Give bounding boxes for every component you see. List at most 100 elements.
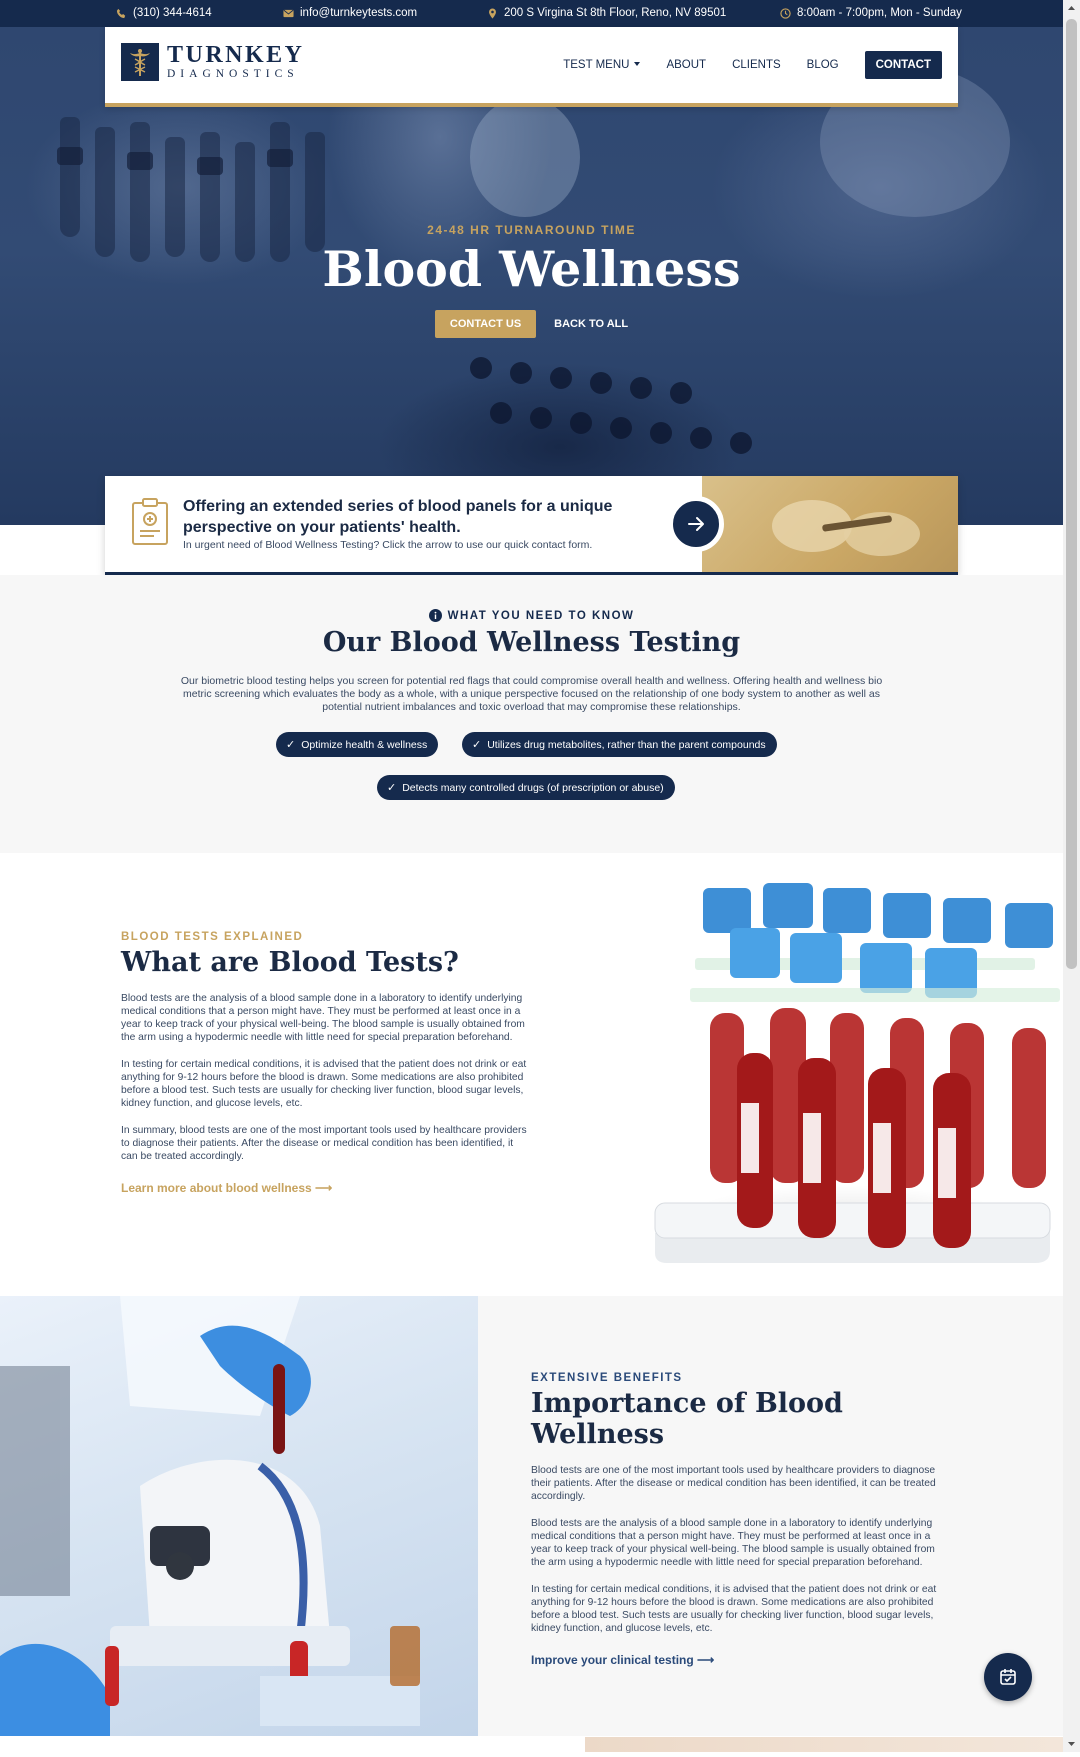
know-paragraph: Our biometric blood testing helps you sc… (180, 675, 883, 713)
feature-pill: ✓ Utilizes drug metabolites, rather than … (462, 732, 777, 757)
learn-more-link[interactable]: Learn more about blood wellness ⟶ (121, 1181, 529, 1195)
feature-pill-label: Utilizes drug metabolites, rather than t… (487, 738, 766, 751)
page: (310) 344-4614 info@turnkeytests.com 200… (0, 0, 1063, 1752)
hero-bg-hole (490, 402, 512, 424)
scroll-up-arrow-icon[interactable] (1063, 0, 1080, 17)
brand-subname: DIAGNOSTICS (167, 68, 299, 80)
address-link[interactable]: 200 S Virgina St 8th Floor, Reno, NV 895… (487, 7, 726, 19)
schedule-button[interactable] (984, 1653, 1032, 1701)
hero-bg-hole (550, 367, 572, 389)
hero-bg-hole (530, 407, 552, 429)
importance-text: EXTENSIVE BENEFITS Importance of Blood W… (531, 1372, 941, 1667)
email-link[interactable]: info@turnkeytests.com (283, 7, 417, 19)
blood-tubes-image (595, 873, 1063, 1273)
hero-bg-cap (267, 149, 293, 167)
email-address: info@turnkeytests.com (300, 7, 418, 19)
nav-about[interactable]: ABOUT (666, 59, 706, 71)
hero-bg-hole (650, 422, 672, 444)
nav-test-menu[interactable]: TEST MENU (563, 59, 641, 71)
offer-image (702, 476, 958, 572)
contact-us-button[interactable]: CONTACT US (434, 310, 537, 338)
phone-link[interactable]: (310) 344-4614 (116, 7, 212, 19)
hero-bg-hole (610, 417, 632, 439)
hero-bg-hole (590, 372, 612, 394)
offer-headline: Offering an extended series of blood pan… (183, 498, 613, 536)
feature-pill-label: Optimize health & wellness (301, 738, 428, 751)
check-icon: ✓ (286, 739, 296, 751)
tests-eyebrow: BLOOD TESTS EXPLAINED (121, 931, 304, 943)
feature-pill: ✓ Detects many controlled drugs (of presc… (377, 775, 675, 800)
blood-tests-text: BLOOD TESTS EXPLAINED What are Blood Tes… (121, 931, 529, 1195)
info-icon (428, 609, 442, 622)
tests-paragraph: In summary, blood tests are one of the m… (121, 1125, 527, 1162)
feature-pill-label: Detects many controlled drugs (of prescr… (402, 781, 664, 794)
site-logo[interactable]: TURNKEY DIAGNOSTICS (121, 43, 305, 81)
feature-pill: ✓ Optimize health & wellness (276, 732, 439, 757)
brand-name: TURNKEY (167, 42, 305, 68)
hero-bg-cap (197, 157, 223, 175)
business-hours: 8:00am - 7:00pm, Mon - Sunday (797, 7, 962, 19)
improve-testing-link[interactable]: Improve your clinical testing ⟶ (531, 1653, 941, 1667)
hero-bg-hole (470, 357, 492, 379)
clipboard-medical-icon (132, 498, 168, 545)
next-section-image-peek (585, 1737, 1063, 1752)
know-eyebrow: WHAT YOU NEED TO KNOW (0, 609, 1063, 622)
caret-down-icon (634, 62, 641, 66)
importance-title: Importance of Blood Wellness (531, 1388, 843, 1450)
hero-bg-tube (95, 127, 115, 257)
nav-blog[interactable]: BLOG (807, 59, 839, 71)
hero-bg-hole (730, 432, 752, 454)
importance-section: EXTENSIVE BENEFITS Importance of Blood W… (0, 1296, 1063, 1736)
phone-number: (310) 344-4614 (133, 7, 212, 19)
phone-icon (116, 8, 126, 18)
check-icon: ✓ (472, 739, 482, 751)
map-pin-icon (489, 7, 496, 19)
hero-eyebrow: 24-48 HR TURNAROUND TIME (427, 223, 636, 237)
arrow-right-icon (688, 517, 704, 531)
site-header: TURNKEY DIAGNOSTICS TEST MENU ABOUT CLIE… (105, 27, 958, 107)
offer-card: Offering an extended series of blood pan… (105, 476, 958, 575)
hero-bg-hole (630, 377, 652, 399)
scrollbar-thumb[interactable] (1066, 19, 1077, 969)
nav-test-menu-label: TEST MENU (563, 59, 630, 71)
importance-paragraph: In testing for certain medical condition… (531, 1584, 937, 1634)
calendar-check-icon (1000, 1669, 1016, 1685)
know-title: Our Blood Wellness Testing (322, 627, 741, 658)
hero-bg-hole (570, 412, 592, 434)
hero-bg-shape (470, 97, 580, 217)
back-to-all-button[interactable]: BACK TO ALL (554, 310, 628, 338)
importance-paragraph: Blood tests are one of the most importan… (531, 1465, 936, 1502)
check-icon: ✓ (387, 782, 397, 794)
importance-eyebrow: EXTENSIVE BENEFITS (531, 1372, 683, 1384)
mail-icon (283, 9, 294, 17)
tests-title: What are Blood Tests? (121, 947, 459, 978)
importance-paragraph: Blood tests are the analysis of a blood … (531, 1518, 935, 1568)
main-nav: TEST MENU ABOUT CLIENTS BLOG CONTACT (563, 51, 942, 79)
hero-bg-hole (670, 382, 692, 404)
blood-tests-section: BLOOD TESTS EXPLAINED What are Blood Tes… (0, 853, 1063, 1296)
hours-info: 8:00am - 7:00pm, Mon - Sunday (780, 7, 962, 19)
hero-buttons: CONTACT US BACK TO ALL (0, 310, 1063, 338)
quick-contact-arrow-button[interactable] (668, 496, 724, 552)
hero-bg-tube (165, 137, 185, 257)
top-info-bar: (310) 344-4614 info@turnkeytests.com 200… (0, 0, 1063, 27)
nav-contact-button[interactable]: CONTACT (864, 51, 942, 79)
hero-bg-cap (127, 152, 153, 170)
page-title: Blood Wellness (322, 240, 741, 298)
tests-paragraph: In testing for certain medical condition… (121, 1059, 527, 1109)
caduceus-logo-icon (121, 43, 159, 81)
testing-overview-section: WHAT YOU NEED TO KNOW Our Blood Wellness… (0, 575, 1063, 853)
hero-bg-cap (57, 147, 83, 165)
clock-icon (780, 7, 791, 19)
hero-bg-tube (60, 117, 80, 237)
lab-microscope-image (0, 1296, 478, 1736)
scroll-down-arrow-icon[interactable] (1063, 1735, 1080, 1752)
street-address: 200 S Virgina St 8th Floor, Reno, NV 895… (504, 7, 727, 19)
page-scrollbar[interactable] (1063, 0, 1080, 1752)
hero-bg-hole (510, 362, 532, 384)
offer-subtext: In urgent need of Blood Wellness Testing… (183, 539, 593, 551)
tests-paragraph: Blood tests are the analysis of a blood … (121, 993, 525, 1043)
hero-bg-hole (690, 427, 712, 449)
know-eyebrow-text: WHAT YOU NEED TO KNOW (447, 609, 635, 622)
nav-clients[interactable]: CLIENTS (732, 59, 781, 71)
